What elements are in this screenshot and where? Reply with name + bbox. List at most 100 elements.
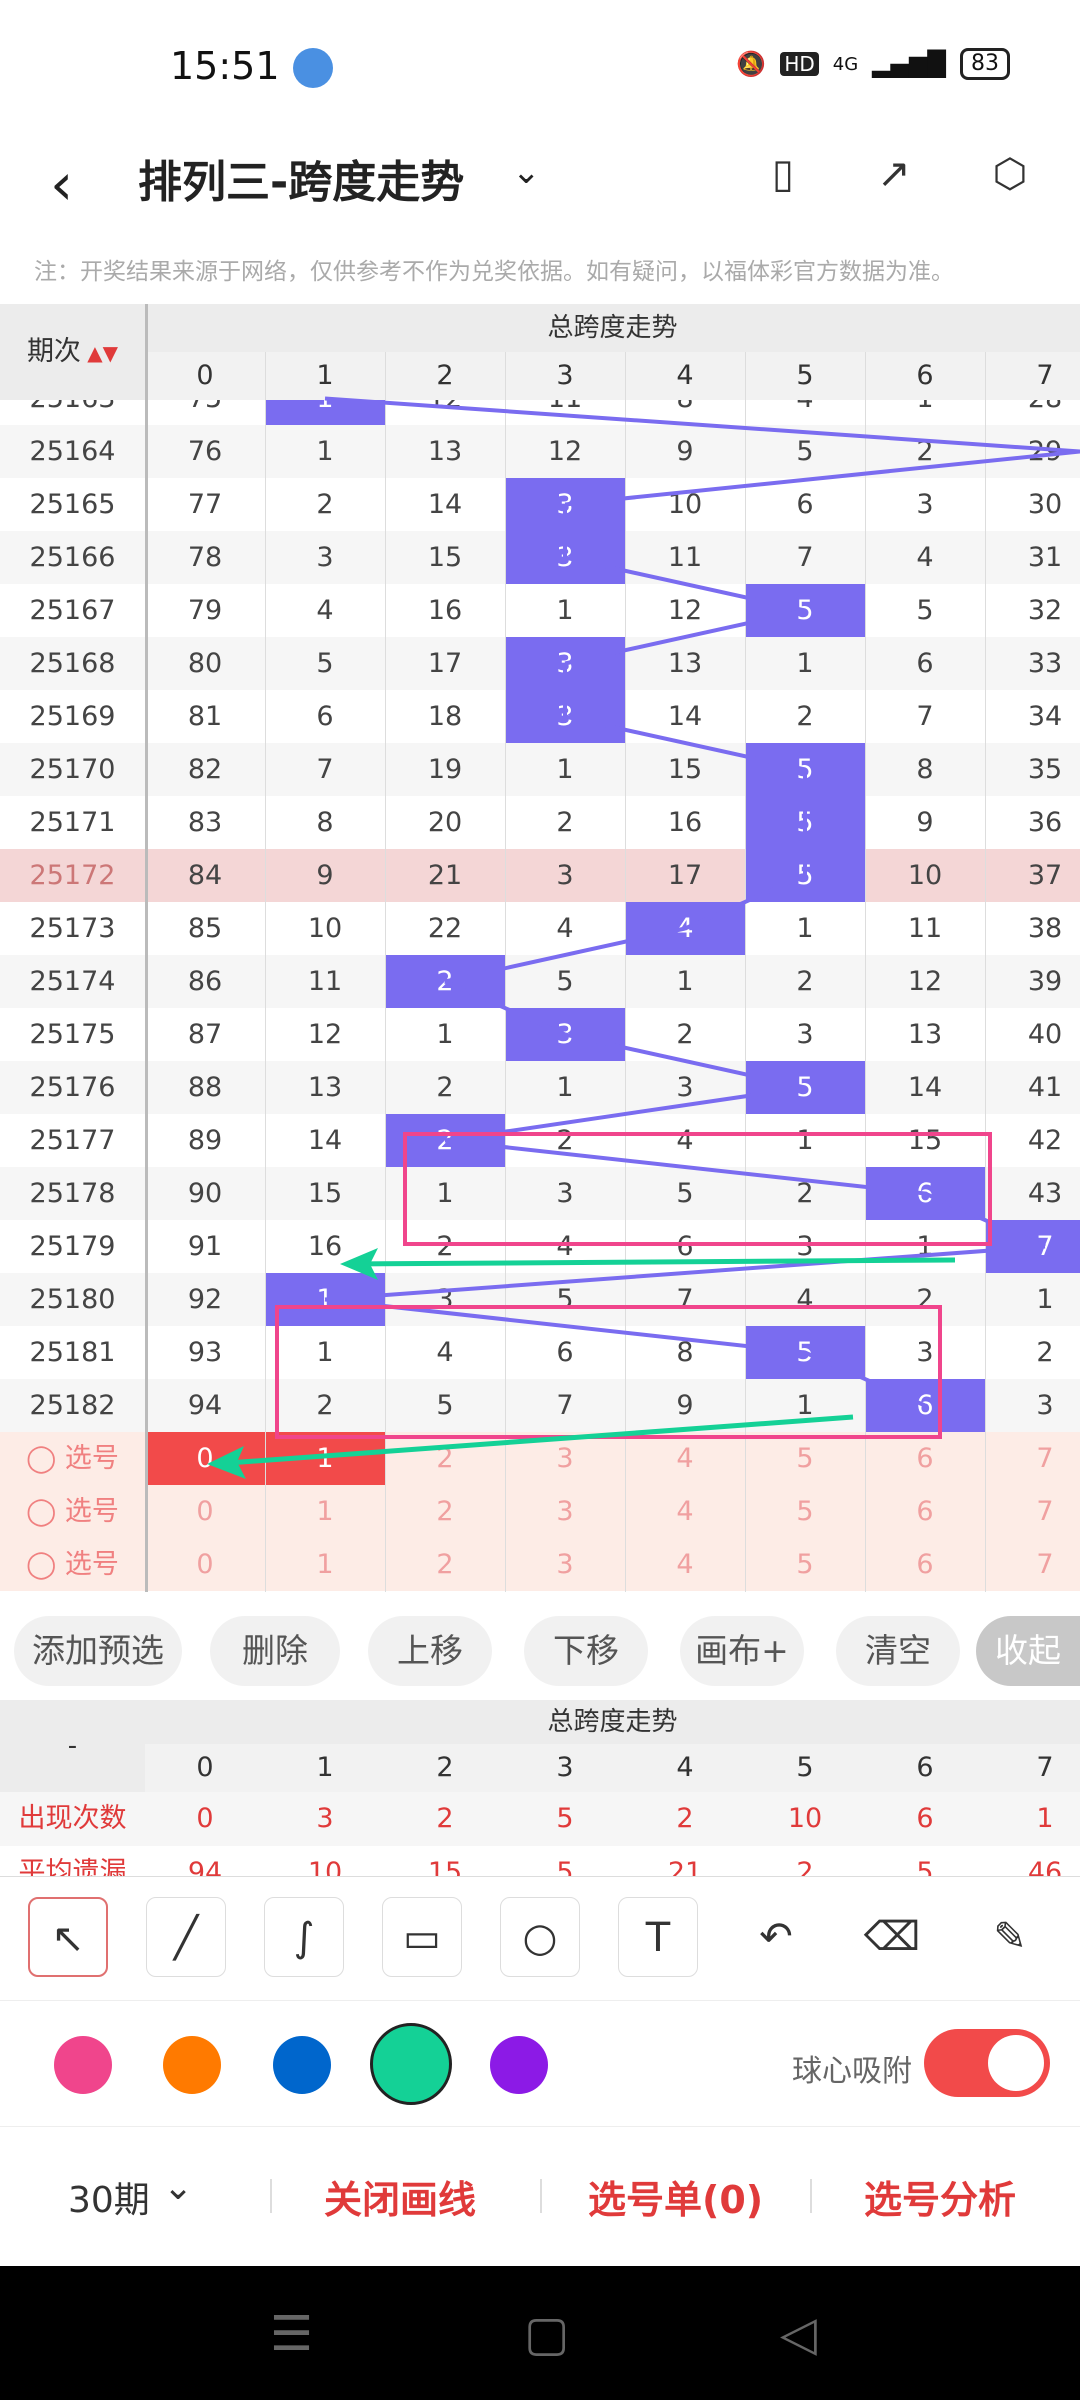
grid-cell[interactable]: 1 <box>745 1114 865 1167</box>
grid-cell[interactable]: 13 <box>625 637 745 690</box>
grid-cell[interactable]: 11 <box>265 955 385 1008</box>
grid-cell[interactable]: 85 <box>145 902 265 955</box>
grid-cell[interactable]: 3 <box>265 531 385 584</box>
grid-cell[interactable]: 1 <box>385 1008 505 1061</box>
select-ball[interactable]: 3 <box>505 1432 625 1485</box>
grid-cell[interactable]: 14 <box>625 690 745 743</box>
grid-cell[interactable]: 2 <box>625 1008 745 1061</box>
grid-cell[interactable]: 8 <box>625 400 745 425</box>
grid-cell[interactable]: 88 <box>145 1061 265 1114</box>
grid-cell[interactable]: 9 <box>625 425 745 478</box>
grid-cell[interactable]: 13 <box>265 1061 385 1114</box>
clear-button[interactable]: 清空 <box>836 1616 960 1686</box>
grid-cell[interactable]: 37 <box>985 849 1080 902</box>
select-ball[interactable]: 2 <box>385 1432 505 1485</box>
grid-cell[interactable]: 93 <box>145 1326 265 1379</box>
grid-cell[interactable]: 5 <box>745 796 865 849</box>
grid-cell[interactable]: 2 <box>745 955 865 1008</box>
grid-cell[interactable]: 21 <box>385 849 505 902</box>
sort-icon[interactable]: ▲▼ <box>81 341 118 365</box>
close-drawing-button[interactable]: 关闭画线 <box>324 2169 476 2224</box>
page-title[interactable]: 排列三-跨度走势 <box>138 146 464 210</box>
home-icon[interactable]: ▢ <box>524 2306 569 2362</box>
grid-cell[interactable]: 43 <box>985 1167 1080 1220</box>
grid-cell[interactable]: 1 <box>265 1273 385 1326</box>
grid-cell[interactable]: 83 <box>145 796 265 849</box>
grid-cell[interactable]: 78 <box>145 531 265 584</box>
select-ball[interactable]: 7 <box>985 1485 1080 1538</box>
grid-cell[interactable]: 91 <box>145 1220 265 1273</box>
grid-cell[interactable]: 3 <box>505 1167 625 1220</box>
select-ball[interactable]: 7 <box>985 1432 1080 1485</box>
select-ball[interactable]: 2 <box>385 1538 505 1591</box>
grid-cell[interactable]: 4 <box>745 400 865 425</box>
grid-cell[interactable]: 22 <box>385 902 505 955</box>
grid-cell[interactable]: 2 <box>265 1379 385 1432</box>
grid-cell[interactable]: 3 <box>505 637 625 690</box>
grid-cell[interactable]: 1 <box>505 743 625 796</box>
grid-cell[interactable]: 1 <box>265 425 385 478</box>
grid-cell[interactable]: 11 <box>505 400 625 425</box>
grid-cell[interactable]: 94 <box>145 1379 265 1432</box>
grid-cell[interactable]: 17 <box>385 637 505 690</box>
select-ball[interactable]: 3 <box>505 1485 625 1538</box>
grid-cell[interactable]: 5 <box>745 1326 865 1379</box>
eraser-icon[interactable]: ⌫ <box>852 1897 932 1977</box>
grid-cell[interactable]: 1 <box>745 902 865 955</box>
grid-cell[interactable]: 5 <box>745 1061 865 1114</box>
menu-icon[interactable]: ☰ <box>270 2306 313 2362</box>
grid-cell[interactable]: 4 <box>385 1326 505 1379</box>
grid-cell[interactable]: 11 <box>625 531 745 584</box>
grid-cell[interactable]: 10 <box>865 849 985 902</box>
grid-cell[interactable]: 14 <box>265 1114 385 1167</box>
grid-cell[interactable]: 2 <box>385 1061 505 1114</box>
grid-cell[interactable]: 2 <box>865 1273 985 1326</box>
snap-toggle[interactable] <box>924 2029 1050 2097</box>
grid-cell[interactable]: 11 <box>865 902 985 955</box>
grid-cell[interactable]: 3 <box>385 1273 505 1326</box>
select-ball[interactable]: 0 <box>145 1538 265 1591</box>
device-icon[interactable]: ▯ <box>755 146 811 202</box>
grid-cell[interactable]: 10 <box>265 902 385 955</box>
grid-cell[interactable]: 81 <box>145 690 265 743</box>
grid-cell[interactable]: 2 <box>505 1114 625 1167</box>
grid-cell[interactable]: 80 <box>145 637 265 690</box>
select-ball[interactable]: 4 <box>625 1432 745 1485</box>
grid-cell[interactable]: 1 <box>265 1326 385 1379</box>
canvas-plus-button[interactable]: 画布+ <box>680 1616 804 1686</box>
grid-cell[interactable]: 4 <box>625 902 745 955</box>
grid-cell[interactable]: 16 <box>625 796 745 849</box>
grid-cell[interactable]: 1 <box>505 1061 625 1114</box>
grid-cell[interactable]: 1 <box>865 1220 985 1273</box>
grid-cell[interactable]: 7 <box>625 1273 745 1326</box>
grid-cell[interactable]: 13 <box>865 1008 985 1061</box>
grid-cell[interactable]: 8 <box>265 796 385 849</box>
grid-cell[interactable]: 7 <box>745 531 865 584</box>
grid-cell[interactable]: 3 <box>865 1326 985 1379</box>
grid-cell[interactable]: 12 <box>505 425 625 478</box>
select-ball[interactable]: 5 <box>745 1432 865 1485</box>
grid-cell[interactable]: 4 <box>745 1273 865 1326</box>
grid-cell[interactable]: 12 <box>265 1008 385 1061</box>
circle-icon[interactable]: ○ <box>500 1897 580 1977</box>
chevron-down-icon[interactable]: ⌄ <box>512 152 541 192</box>
rectangle-icon[interactable]: ▭ <box>382 1897 462 1977</box>
select-ball[interactable]: 0 <box>145 1485 265 1538</box>
grid-cell[interactable]: 28 <box>985 400 1080 425</box>
select-ball[interactable]: 4 <box>625 1485 745 1538</box>
select-ball[interactable]: 6 <box>865 1538 985 1591</box>
select-ball[interactable]: 2 <box>385 1485 505 1538</box>
grid-cell[interactable]: 87 <box>145 1008 265 1061</box>
grid-cell[interactable]: 16 <box>385 584 505 637</box>
back-icon[interactable]: ‹ <box>50 150 73 218</box>
grid-cell[interactable]: 4 <box>265 584 385 637</box>
grid-cell[interactable]: 9 <box>265 849 385 902</box>
share-icon[interactable]: ↗ <box>866 146 922 202</box>
grid-cell[interactable]: 15 <box>385 531 505 584</box>
grid-cell[interactable]: 89 <box>145 1114 265 1167</box>
grid-cell[interactable]: 42 <box>985 1114 1080 1167</box>
grid-cell[interactable]: 86 <box>145 955 265 1008</box>
select-row-label[interactable]: ◯ 选号 <box>0 1485 145 1538</box>
select-row-label[interactable]: ◯ 选号 <box>0 1538 145 1591</box>
select-ball[interactable]: 6 <box>865 1432 985 1485</box>
